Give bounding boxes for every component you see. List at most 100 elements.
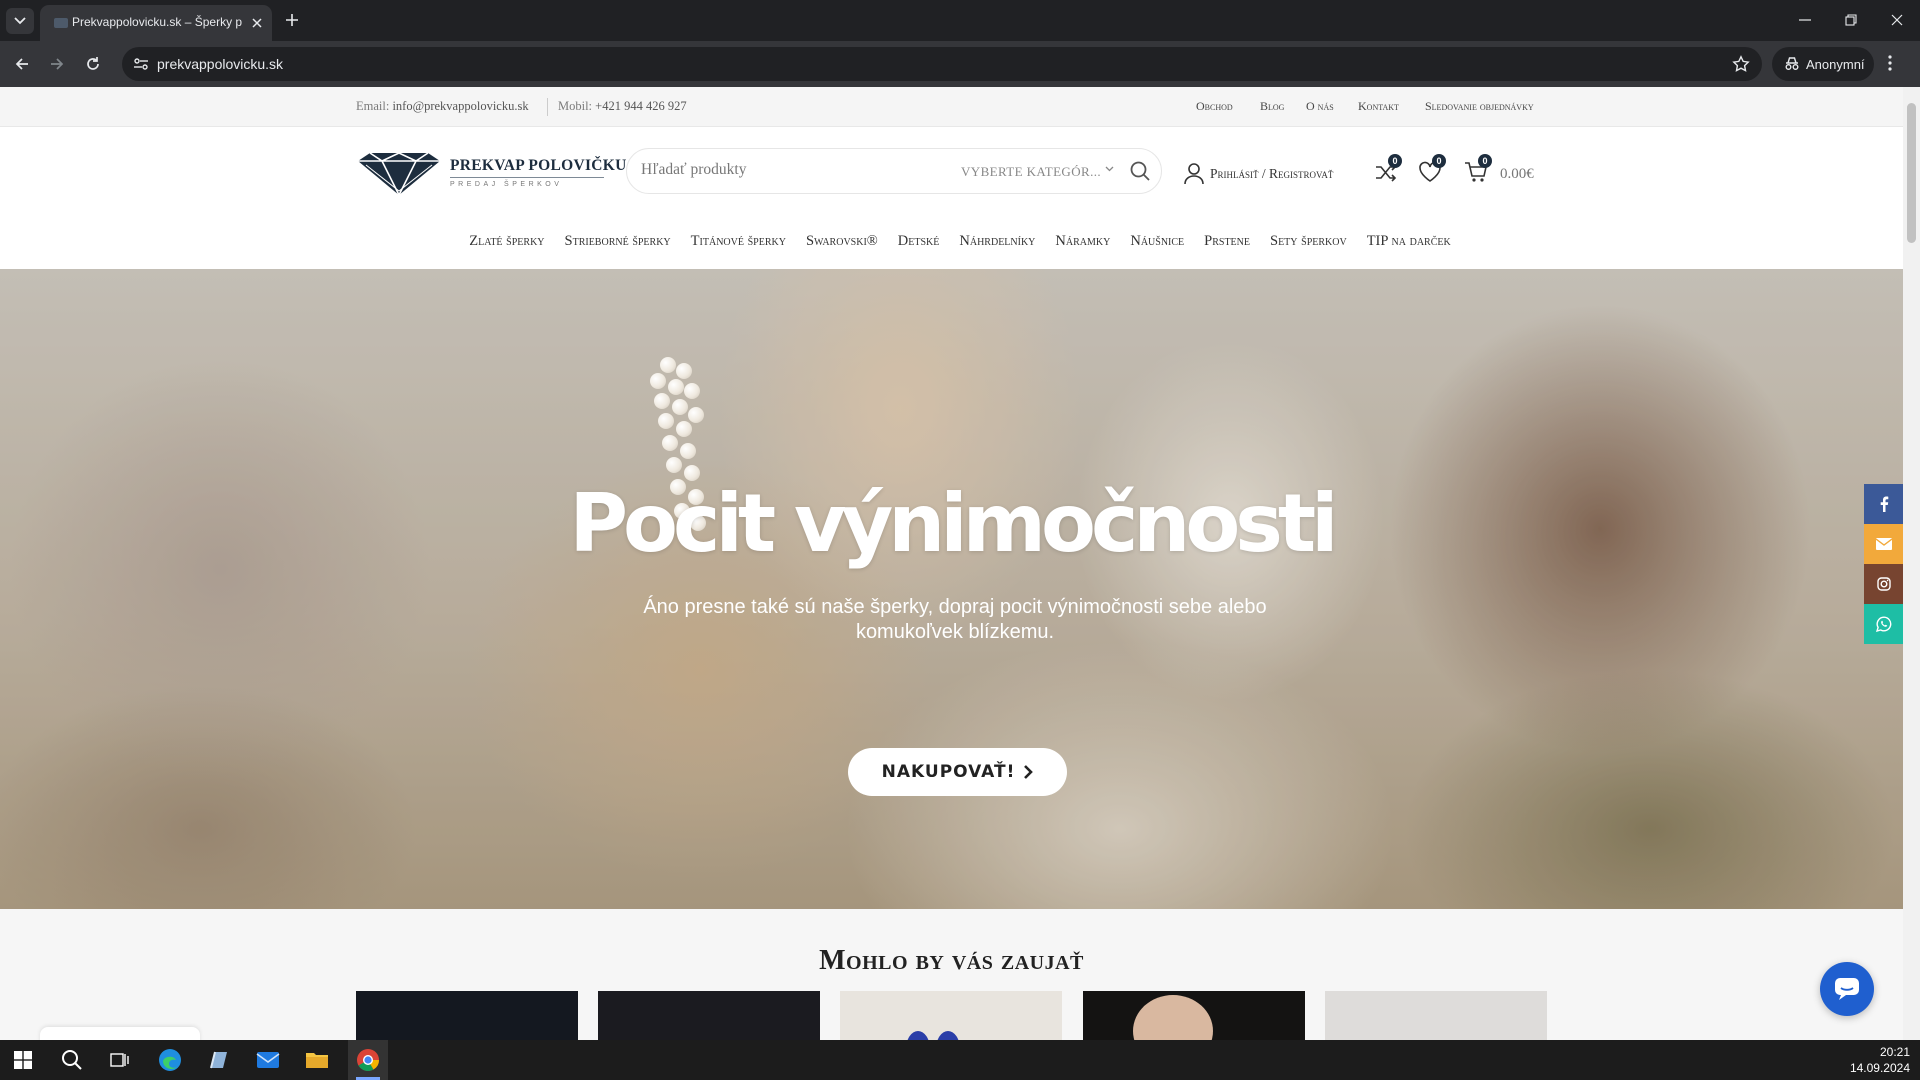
- nav-item-nausnice[interactable]: Náušnice: [1120, 219, 1194, 269]
- reload-button[interactable]: [82, 53, 104, 75]
- edge-app-button[interactable]: [156, 1046, 184, 1074]
- search-button[interactable]: [1129, 160, 1151, 182]
- new-tab-button[interactable]: [282, 10, 302, 30]
- product-card-3[interactable]: [840, 991, 1062, 1040]
- login-register-link[interactable]: Prihlásiť / Registrovať: [1184, 163, 1333, 185]
- wishlist-button[interactable]: 0: [1418, 154, 1446, 186]
- instagram-button[interactable]: [1864, 564, 1903, 604]
- logo-name: PREKVAP POLOVIČKU: [450, 157, 627, 174]
- web-page: Email: info@prekvappolovicku.sk Mobil: +…: [0, 87, 1920, 1040]
- browser-tab[interactable]: Prekvappolovicku.sk – Šperky p: [40, 5, 272, 41]
- mobile-label: Mobil:: [558, 99, 593, 113]
- system-clock[interactable]: 20:21 14.09.2024: [1840, 1044, 1910, 1076]
- tune-icon: [134, 58, 148, 70]
- instagram-icon: [1876, 577, 1891, 591]
- file-explorer-button[interactable]: [303, 1046, 331, 1074]
- browser-menu-button[interactable]: [1888, 54, 1892, 72]
- site-favicon-icon: [54, 18, 68, 28]
- envelope-icon: [1875, 538, 1892, 550]
- url-text: prekvappolovicku.sk: [157, 56, 284, 72]
- user-icon: [1184, 163, 1204, 185]
- forward-button[interactable]: [46, 53, 68, 75]
- edge-icon: [159, 1049, 181, 1071]
- compare-count-badge: 0: [1388, 154, 1402, 168]
- address-bar[interactable]: prekvappolovicku.sk: [122, 47, 1762, 81]
- incognito-label: Anonymní: [1806, 56, 1865, 72]
- contact-mobile[interactable]: Mobil: +421 944 426 927: [558, 99, 687, 114]
- restore-button[interactable]: [1836, 8, 1866, 32]
- browser-tab-strip: Prekvappolovicku.sk – Šperky p: [0, 0, 1920, 41]
- product-search-form: VYBERTE KATEGÓR...: [626, 148, 1162, 194]
- chrome-app-button[interactable]: [354, 1046, 382, 1074]
- whatsapp-share-button[interactable]: [1864, 604, 1903, 644]
- app-button[interactable]: [205, 1046, 233, 1074]
- facebook-icon: [1880, 496, 1888, 512]
- nav-item-naramky[interactable]: Náramky: [1045, 219, 1120, 269]
- wishlist-count-badge: 0: [1432, 154, 1446, 168]
- nav-item-prstene[interactable]: Prstene: [1194, 219, 1260, 269]
- email-label: Email:: [356, 99, 390, 113]
- toplink-obchod[interactable]: Obchod: [1196, 99, 1233, 114]
- shop-now-button[interactable]: NAKUPOVAŤ!: [848, 748, 1067, 796]
- site-info-button[interactable]: [132, 55, 150, 73]
- chevron-right-icon: [1024, 765, 1034, 779]
- nav-item-titanove-sperky[interactable]: Titánové šperky: [681, 219, 796, 269]
- product-card-5[interactable]: [1325, 991, 1547, 1040]
- nav-item-detske[interactable]: Detské: [888, 219, 950, 269]
- compare-button[interactable]: 0: [1374, 154, 1402, 186]
- more-vertical-icon: [1888, 55, 1892, 71]
- contact-email[interactable]: Email: info@prekvappolovicku.sk: [356, 99, 529, 114]
- toplink-kontakt[interactable]: Kontakt: [1358, 99, 1399, 114]
- folder-icon: [306, 1053, 328, 1068]
- arrow-left-icon: [15, 58, 28, 70]
- toplink-order-tracking[interactable]: Sledovanie objednávky: [1425, 99, 1534, 114]
- notes-app-icon: [210, 1051, 227, 1069]
- chat-button[interactable]: [1820, 962, 1874, 1016]
- cart-total[interactable]: 0.00€: [1500, 166, 1534, 183]
- cookie-consent-tab[interactable]: [40, 1027, 200, 1040]
- category-select[interactable]: VYBERTE KATEGÓR...: [961, 164, 1101, 180]
- email-share-button[interactable]: [1864, 524, 1903, 564]
- nav-item-nahrdelniky[interactable]: Náhrdelníky: [949, 219, 1045, 269]
- start-button[interactable]: [9, 1046, 37, 1074]
- product-card-4[interactable]: [1083, 991, 1305, 1040]
- bookmark-button[interactable]: [1732, 55, 1750, 73]
- nav-item-zlate-sperky[interactable]: Zlaté šperky: [459, 219, 554, 269]
- minimize-button[interactable]: [1790, 8, 1820, 32]
- nav-item-strieborne-sperky[interactable]: Strieborné šperky: [555, 219, 681, 269]
- close-window-button[interactable]: [1882, 8, 1912, 32]
- tab-search-button[interactable]: [6, 8, 34, 34]
- logo-underline: [450, 177, 604, 178]
- email-value: info@prekvappolovicku.sk: [392, 99, 529, 113]
- incognito-indicator[interactable]: Anonymní: [1772, 47, 1874, 81]
- site-header: PREKVAP POLOVIČKU PREDAJ ŠPERKOV VYBERTE…: [0, 127, 1920, 219]
- section-title: Mohlo by vás zaujať: [819, 945, 1084, 976]
- page-scrollbar[interactable]: [1903, 87, 1920, 1040]
- back-button[interactable]: [11, 53, 33, 75]
- task-view-button[interactable]: [106, 1046, 134, 1074]
- toplink-o-nas[interactable]: O nás: [1306, 99, 1334, 114]
- site-logo[interactable]: PREKVAP POLOVIČKU PREDAJ ŠPERKOV: [356, 151, 626, 197]
- clock-time: 20:21: [1879, 1045, 1910, 1059]
- nav-item-sety-sperkov[interactable]: Sety šperkov: [1260, 219, 1357, 269]
- product-card-1[interactable]: [356, 991, 578, 1040]
- search-icon: [1130, 161, 1150, 181]
- nav-item-swarovski[interactable]: Swarovski®: [796, 219, 888, 269]
- browser-toolbar: prekvappolovicku.sk Anonymní: [0, 41, 1920, 87]
- scrollbar-thumb[interactable]: [1907, 103, 1916, 243]
- nav-item-tip-na-darcek[interactable]: TIP na darček: [1357, 219, 1461, 269]
- whatsapp-icon: [1875, 616, 1891, 632]
- toplink-blog[interactable]: Blog: [1260, 99, 1284, 114]
- cart-button[interactable]: 0: [1464, 154, 1492, 186]
- close-icon: [252, 18, 262, 28]
- arrow-right-icon: [51, 58, 64, 70]
- mail-app-button[interactable]: [254, 1046, 282, 1074]
- mail-icon: [256, 1052, 280, 1068]
- taskbar-search-button[interactable]: [58, 1046, 86, 1074]
- facebook-share-button[interactable]: [1864, 484, 1903, 524]
- product-card-2[interactable]: [598, 991, 820, 1040]
- tab-close-button[interactable]: [248, 14, 266, 32]
- account-label: Prihlásiť / Registrovať: [1210, 166, 1334, 181]
- hero-slider: Pocit výnimočnosti Áno presne také sú na…: [0, 269, 1903, 909]
- search-input[interactable]: [641, 161, 941, 179]
